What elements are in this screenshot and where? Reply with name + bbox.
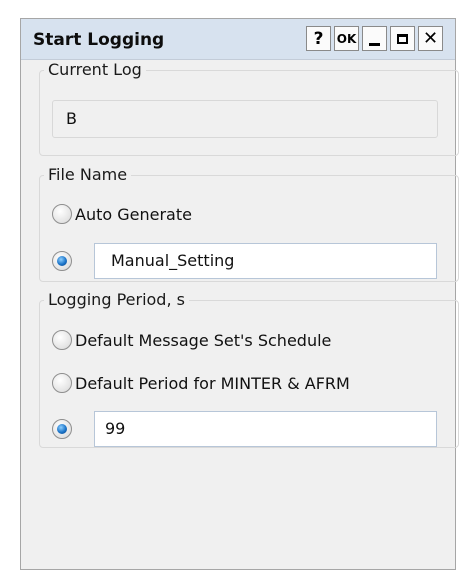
close-button[interactable]: ✕ xyxy=(418,26,443,51)
start-logging-dialog: Start Logging ? OK ✕ Current Log B File … xyxy=(20,18,459,570)
current-log-group: Current Log B xyxy=(39,61,459,156)
default-schedule-option[interactable]: Default Message Set's Schedule xyxy=(52,327,331,353)
default-schedule-label[interactable]: Default Message Set's Schedule xyxy=(75,331,331,350)
default-schedule-radio[interactable] xyxy=(52,330,72,350)
ok-button[interactable]: OK xyxy=(334,26,359,51)
logging-period-group: Logging Period, s Default Message Set's … xyxy=(39,291,459,448)
manual-name-radio[interactable] xyxy=(52,251,72,271)
logging-period-input[interactable]: 99 xyxy=(94,411,437,447)
auto-generate-radio[interactable] xyxy=(52,204,72,224)
default-period-radio[interactable] xyxy=(52,373,72,393)
minimize-icon xyxy=(369,43,380,46)
help-icon: ? xyxy=(313,28,324,49)
auto-generate-option[interactable]: Auto Generate xyxy=(52,201,192,227)
current-log-value: B xyxy=(52,100,438,138)
manual-name-option[interactable] xyxy=(52,248,72,274)
custom-period-option[interactable] xyxy=(52,416,72,442)
maximize-icon xyxy=(397,33,408,44)
current-log-legend: Current Log xyxy=(48,60,142,79)
maximize-button[interactable] xyxy=(390,26,415,51)
logging-period-legend: Logging Period, s xyxy=(48,290,185,309)
help-button[interactable]: ? xyxy=(306,26,331,51)
file-name-group: File Name Auto Generate Manual_Setting xyxy=(39,166,459,282)
file-name-legend: File Name xyxy=(48,165,128,184)
minimize-button[interactable] xyxy=(362,26,387,51)
window-title: Start Logging xyxy=(33,30,165,50)
default-period-label[interactable]: Default Period for MINTER & AFRM xyxy=(75,374,350,393)
auto-generate-label[interactable]: Auto Generate xyxy=(75,205,192,224)
default-period-option[interactable]: Default Period for MINTER & AFRM xyxy=(52,370,350,396)
file-name-input[interactable]: Manual_Setting xyxy=(94,243,437,279)
custom-period-radio[interactable] xyxy=(52,419,72,439)
close-icon: ✕ xyxy=(422,28,439,49)
ok-button-label: OK xyxy=(336,31,357,46)
title-bar[interactable]: Start Logging ? OK ✕ xyxy=(21,19,455,60)
